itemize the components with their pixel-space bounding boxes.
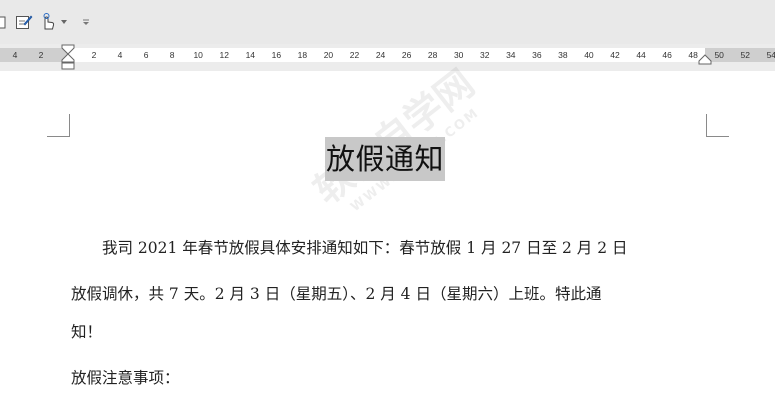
ruler-left-margin: [0, 48, 68, 62]
ruler-tick-label: 8: [169, 50, 175, 60]
ruler-tick-label: 48: [688, 50, 698, 60]
ruler-tick-label: 12: [219, 50, 229, 60]
ruler-tick-label: 52: [740, 50, 750, 60]
ruler-tick-label: 20: [323, 50, 334, 60]
ruler-tick-label: 6: [143, 50, 149, 60]
ruler-tick-label: 36: [532, 50, 542, 60]
paragraph-line[interactable]: 我司 2021 年春节放假具体安排通知如下：春节放假 1 月 27 日至 2 月…: [71, 236, 693, 258]
touch-mode-icon[interactable]: [40, 12, 56, 32]
edit-icon[interactable]: [15, 12, 33, 32]
ruler-tick-label: 54: [766, 50, 775, 60]
ruler-tick-label: 50: [714, 50, 724, 60]
document-icon[interactable]: [0, 12, 6, 32]
ruler-tick-label: 14: [245, 50, 256, 60]
ruler-tick-label: 24: [375, 50, 386, 60]
ruler-tick-label: 38: [558, 50, 568, 60]
ruler-tick-label: 4: [117, 50, 123, 60]
page-corner-top-left: [47, 114, 70, 137]
ruler-tick-label: 4: [12, 50, 18, 60]
ruler-tick-label: 40: [584, 50, 594, 60]
right-indent-marker[interactable]: [698, 54, 712, 66]
ruler-tick-label: 44: [636, 50, 646, 60]
paragraph-line[interactable]: 放假注意事项：: [71, 366, 693, 388]
ruler-tick-label: 46: [662, 50, 672, 60]
customize-toolbar-icon[interactable]: [82, 12, 90, 32]
ruler-tick-label: 32: [480, 50, 490, 60]
ruler-tick-label: 2: [91, 50, 97, 60]
ruler-tick-label: 16: [271, 50, 282, 60]
ruler-tick-label: 34: [506, 50, 516, 60]
ruler-tick-label: 28: [427, 50, 438, 60]
ruler-tick-label: 42: [610, 50, 620, 60]
ruler-tick-label: 2: [38, 50, 44, 60]
document-page[interactable]: 软件自学网 WWW.RJZXW.COM 放假通知 我司 2021 年春节放假具体…: [0, 61, 775, 402]
document-title[interactable]: 放假通知: [325, 137, 446, 181]
ruler-tick-label: 10: [193, 50, 203, 60]
dropdown-arrow-icon[interactable]: [60, 12, 68, 32]
first-line-indent-marker[interactable]: [61, 44, 75, 71]
quick-access-toolbar: [0, 0, 775, 44]
paragraph-line[interactable]: 知！: [71, 320, 693, 342]
ruler-tick-label: 22: [349, 50, 360, 60]
ruler-tick-label: 26: [401, 50, 412, 60]
paragraph-line[interactable]: 放假调休，共 7 天。2 月 3 日（星期五）、2 月 4 日（星期六）上班。特…: [71, 282, 693, 304]
ruler-tick-label: 18: [297, 50, 308, 60]
ruler-tick-label: 30: [453, 50, 464, 60]
horizontal-ruler[interactable]: 4 2 2 4 6 8 10 12 14 16 18 20 22 24 26 28 30 32 34 36 38 40 42…: [0, 48, 775, 62]
page-corner-top-right: [706, 114, 729, 137]
